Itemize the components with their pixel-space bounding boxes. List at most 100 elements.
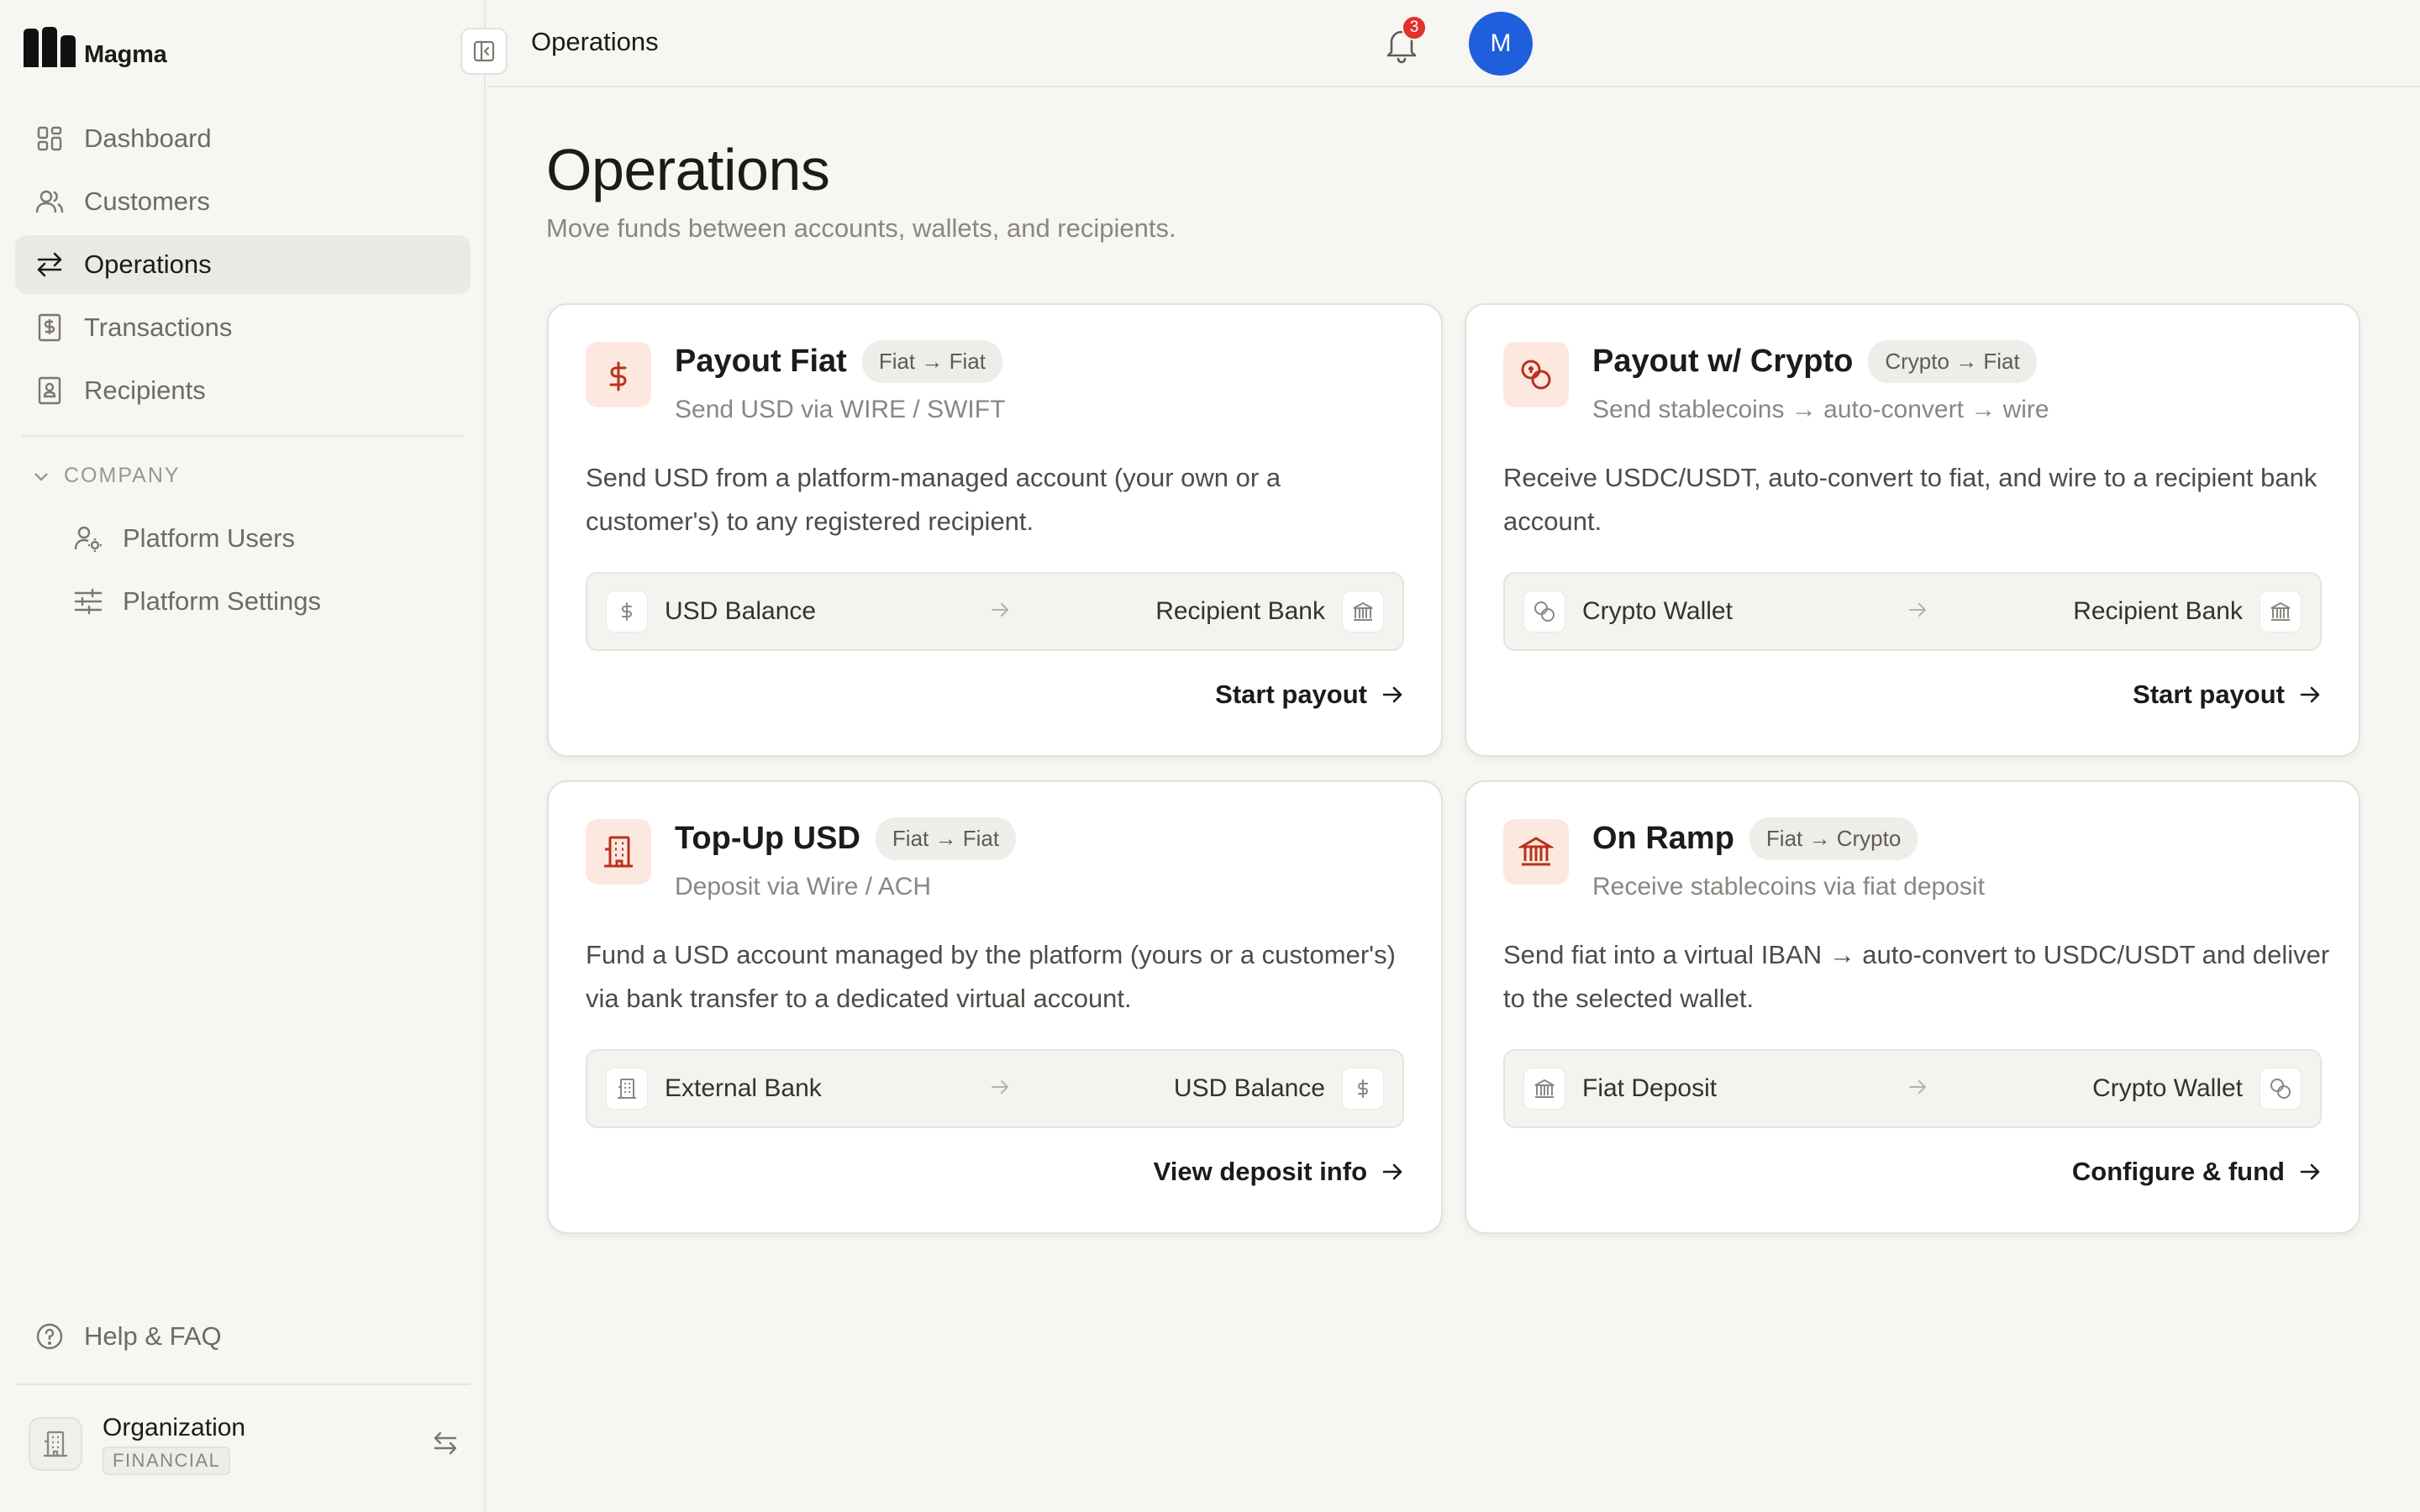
page-title: Operations	[546, 137, 830, 202]
sidebar-collapse-icon	[473, 40, 495, 62]
topbar: Operations 3 M	[487, 0, 2420, 87]
flow-source: External Bank	[606, 1068, 822, 1110]
arrow-right-icon	[2300, 686, 2320, 703]
action-label: Configure & fund	[2071, 1157, 2285, 1186]
flow-diagram: Fiat Deposit Crypto Wallet	[1503, 1049, 2322, 1128]
card-header: Payout w/ Crypto Crypto → Fiat	[1592, 340, 2037, 383]
view-deposit-info-link[interactable]: View deposit info	[1154, 1157, 1404, 1187]
page-subtitle: Move funds between accounts, wallets, an…	[546, 213, 1176, 243]
flow-source-label: External Bank	[665, 1074, 822, 1102]
bank-icon	[1523, 1068, 1565, 1110]
flow-destination-label: Recipient Bank	[2073, 597, 2243, 625]
building-icon	[586, 819, 651, 885]
card-title: Payout w/ Crypto	[1592, 344, 1854, 379]
arrow-right-icon	[1907, 1076, 1928, 1098]
card-description: Send USD from a platform-managed account…	[586, 463, 1281, 536]
sidebar-item-transactions[interactable]: Transactions	[15, 298, 471, 357]
nav-divider	[22, 435, 464, 437]
flow-destination-label: Recipient Bank	[1155, 597, 1325, 625]
main-nav: Dashboard Customers Operations Transacti…	[15, 109, 471, 424]
sidebar-item-dashboard[interactable]: Dashboard	[15, 109, 471, 168]
flow-destination: Recipient Bank	[2073, 591, 2302, 633]
notification-count-badge: 3	[1402, 15, 1427, 40]
flow-type-tag: Fiat → Fiat	[861, 340, 1002, 383]
sidebar-item-label: Dashboard	[84, 123, 212, 153]
card-title: On Ramp	[1592, 821, 1734, 856]
collapse-sidebar-button[interactable]	[460, 28, 508, 75]
action-label: View deposit info	[1153, 1157, 1367, 1186]
org-switcher[interactable]: Organization FINANCIAL	[29, 1414, 466, 1475]
card-title: Payout Fiat	[675, 344, 847, 379]
arrow-right-icon	[2300, 1163, 2320, 1180]
bank-icon	[2260, 591, 2302, 633]
flow-type-tag: Crypto → Fiat	[1868, 340, 2037, 383]
sidebar-item-operations[interactable]: Operations	[15, 235, 471, 294]
operation-card-payout-fiat[interactable]: Payout Fiat Fiat → Fiat Send USD via WIR…	[547, 303, 1443, 757]
card-description: Fund a USD account managed by the platfo…	[586, 940, 1396, 1013]
bank-icon	[1342, 591, 1384, 633]
card-description: Receive USDC/USDT, auto-convert to fiat,…	[1503, 463, 2317, 536]
dollar-icon	[606, 591, 648, 633]
card-header: On Ramp Fiat → Crypto	[1592, 817, 1918, 860]
sidebar-item-label: Transactions	[84, 312, 233, 342]
flow-destination: Crypto Wallet	[2092, 1068, 2302, 1110]
card-description: Send fiat into a virtual IBAN → auto-con…	[1503, 940, 2330, 1013]
flow-diagram: External Bank USD Balance	[586, 1049, 1404, 1128]
brand-logo[interactable]: Magma	[22, 25, 167, 69]
arrow-right-icon	[1382, 686, 1402, 703]
building-icon	[606, 1068, 648, 1110]
operation-card-payout-crypto[interactable]: Payout w/ Crypto Crypto → Fiat Send stab…	[1465, 303, 2360, 757]
swap-icon[interactable]	[432, 1430, 459, 1457]
card-header: Top-Up USD Fiat → Fiat	[675, 817, 1017, 860]
magma-logo-icon	[24, 27, 76, 67]
org-info: Organization FINANCIAL	[103, 1414, 245, 1475]
help-circle-icon	[35, 1322, 64, 1351]
users-icon	[35, 187, 64, 216]
operation-card-on-ramp[interactable]: On Ramp Fiat → Crypto Receive stablecoin…	[1465, 780, 2360, 1234]
flow-type-tag: Fiat → Crypto	[1749, 817, 1918, 860]
sidebar-item-label: Platform Users	[123, 523, 295, 553]
flow-source: Crypto Wallet	[1523, 591, 1733, 633]
org-name: Organization	[103, 1413, 246, 1441]
contact-book-icon	[35, 376, 64, 405]
help-label: Help & FAQ	[84, 1321, 222, 1351]
sidebar-item-label: Platform Settings	[123, 586, 322, 616]
sidebar-item-label: Operations	[84, 249, 212, 279]
card-title: Top-Up USD	[675, 821, 860, 856]
breadcrumb: Operations	[531, 27, 659, 56]
sidebar-item-customers[interactable]: Customers	[15, 172, 471, 231]
grid-icon	[35, 124, 64, 153]
action-label: Start payout	[2133, 680, 2285, 709]
start-payout-link[interactable]: Start payout	[1215, 680, 1404, 710]
bank-icon	[1503, 819, 1569, 885]
user-cog-icon	[74, 524, 103, 553]
sidebar-item-recipients[interactable]: Recipients	[15, 361, 471, 420]
card-subtitle: Send stablecoins → auto-convert → wire	[1592, 396, 2049, 423]
sidebar-item-platform-users[interactable]: Platform Users	[55, 509, 471, 568]
flow-source: Fiat Deposit	[1523, 1068, 1717, 1110]
flow-source-label: USD Balance	[665, 597, 817, 625]
help-faq-link[interactable]: Help & FAQ	[15, 1307, 471, 1366]
operation-card-top-up-usd[interactable]: Top-Up USD Fiat → Fiat Deposit via Wire …	[547, 780, 1443, 1234]
sidebar-item-label: Recipients	[84, 375, 206, 405]
section-toggle-company[interactable]: COMPANY	[34, 464, 181, 488]
card-subtitle: Deposit via Wire / ACH	[675, 873, 932, 900]
sidebar-item-platform-settings[interactable]: Platform Settings	[55, 572, 471, 631]
coins-icon	[2260, 1068, 2302, 1110]
arrow-right-icon	[1382, 1163, 1402, 1180]
dollar-icon	[1342, 1068, 1384, 1110]
flow-type-tag: Fiat → Fiat	[875, 817, 1017, 860]
bottom-divider	[15, 1383, 471, 1385]
configure-fund-link[interactable]: Configure & fund	[2072, 1157, 2322, 1187]
sliders-icon	[74, 587, 103, 616]
org-type-badge: FINANCIAL	[103, 1446, 231, 1475]
card-subtitle: Receive stablecoins via fiat deposit	[1592, 873, 1985, 900]
brand-name: Magma	[84, 41, 167, 68]
flow-destination: Recipient Bank	[1155, 591, 1384, 633]
card-subtitle: Send USD via WIRE / SWIFT	[675, 396, 1006, 423]
arrow-right-icon	[989, 599, 1011, 621]
section-label: COMPANY	[64, 464, 181, 487]
avatar[interactable]: M	[1469, 12, 1533, 76]
arrows-swap-icon	[35, 250, 64, 279]
start-payout-link[interactable]: Start payout	[2133, 680, 2322, 710]
